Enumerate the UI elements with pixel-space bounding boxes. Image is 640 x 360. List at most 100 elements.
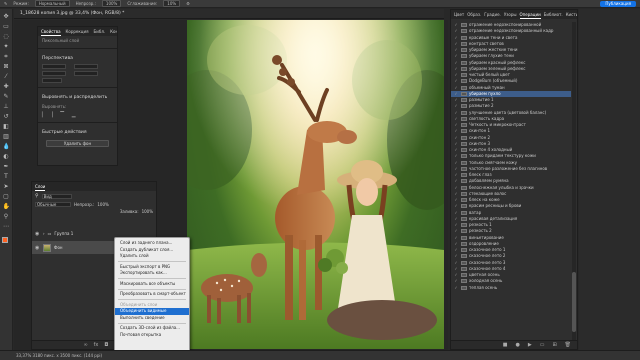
canvas-photo[interactable]: [187, 20, 444, 349]
crop-tool-icon[interactable]: ⌗: [3, 53, 10, 60]
blend-mode-select[interactable]: Обычные: [35, 202, 71, 207]
marquee-tool-icon[interactable]: ▭: [3, 23, 10, 30]
blur-tool-icon[interactable]: 💧: [3, 143, 10, 150]
tab-panel-0[interactable]: Цвет: [454, 10, 464, 19]
trash-icon[interactable]: 🗑: [565, 342, 571, 348]
dodge-tool-icon[interactable]: ◐: [3, 153, 10, 160]
quick-actions-title[interactable]: Быстрые действия: [38, 126, 117, 137]
stamp-tool-icon[interactable]: ⊥: [3, 103, 10, 110]
layer-filter-select[interactable]: Вид: [41, 193, 72, 199]
opacity-input[interactable]: 100%: [101, 0, 122, 7]
eraser-tool-icon[interactable]: ◧: [3, 123, 10, 130]
layer-opacity-label: Непрозр.:: [74, 202, 95, 207]
healing-tool-icon[interactable]: ✚: [3, 83, 10, 90]
history-brush-icon[interactable]: ↺: [3, 113, 10, 120]
tab-properties-1[interactable]: Коррекция: [66, 27, 89, 36]
action-set-icon: [461, 248, 467, 252]
fill-value[interactable]: 100%: [142, 209, 153, 214]
tab-properties-3[interactable]: Контур: [110, 27, 117, 36]
transform-section-title[interactable]: Перспектива: [38, 52, 117, 63]
action-set-icon: [461, 260, 467, 265]
brush-tool-icon[interactable]: ✎: [3, 93, 10, 100]
tab-panel-5[interactable]: Библиот.: [544, 10, 563, 19]
x-field[interactable]: [42, 71, 66, 76]
actions-panel: Цвет Образ. Градие. Узоры Операции Библиот. Ки…: [450, 9, 578, 350]
context-menu-item[interactable]: Почтовая открытка: [115, 332, 189, 339]
context-menu-item[interactable]: Экспортировать как...: [115, 270, 189, 277]
photo-scene: [187, 20, 444, 349]
pen-tool-icon[interactable]: ✒: [3, 163, 10, 170]
align-label: Выровнять:: [42, 104, 67, 109]
shape-tool-icon[interactable]: ▢: [3, 193, 10, 200]
height-field[interactable]: [74, 64, 98, 69]
more-tools-icon[interactable]: ⋯: [3, 223, 10, 230]
width-field[interactable]: [42, 64, 66, 69]
tab-panel-2[interactable]: Градие.: [484, 10, 501, 19]
checkmark-icon[interactable]: ✓: [451, 285, 461, 291]
tab-panel-6[interactable]: Кисти: [566, 10, 577, 19]
context-menu-item[interactable]: Создать 3D-слой из файла...: [115, 325, 189, 332]
action-set-icon: [461, 173, 467, 177]
link-icon[interactable]: ∞: [83, 342, 87, 348]
layer-name: Группа 1: [54, 231, 74, 236]
tab-panel-3[interactable]: Узоры: [504, 10, 517, 19]
tab-panel-1[interactable]: Образ.: [467, 10, 481, 19]
chevron-right-icon[interactable]: ›: [43, 231, 45, 236]
context-menu-item[interactable]: Удалить слой: [115, 253, 189, 260]
eyedropper-tool-icon[interactable]: ⁄: [3, 73, 10, 80]
eye-icon[interactable]: ◉: [35, 231, 40, 237]
context-menu-item[interactable]: Маскировать все объекты: [115, 281, 189, 288]
menu-separator: [118, 288, 186, 290]
angle-field[interactable]: [42, 78, 62, 83]
color-swatches[interactable]: [2, 237, 10, 247]
publish-button[interactable]: Публикация: [600, 1, 636, 7]
mask-icon[interactable]: ◘: [104, 342, 108, 348]
smoothing-input[interactable]: 10%: [163, 0, 181, 7]
gradient-tool-icon[interactable]: ▥: [3, 133, 10, 140]
zoom-tool-icon[interactable]: ⚲: [3, 213, 10, 220]
action-set-icon: [461, 216, 467, 221]
stop-icon[interactable]: ■: [503, 342, 508, 348]
path-select-icon[interactable]: ➤: [3, 183, 10, 190]
tab-properties-0[interactable]: Свойства: [41, 27, 61, 36]
document-tab[interactable]: 1_18628 копия 3.jpg @ 33,4% (Фон, RGB/8)…: [14, 9, 444, 19]
folder-icon[interactable]: ▭: [540, 342, 545, 348]
layer-opacity-value[interactable]: 100%: [97, 202, 108, 207]
action-set-icon: [461, 98, 467, 102]
brush-tool-icon[interactable]: ✎: [4, 1, 7, 6]
align-section-title[interactable]: Выровнять и распределить: [38, 91, 117, 102]
action-set-icon: [461, 235, 467, 240]
context-menu-item[interactable]: Преобразовать в смарт-объект: [115, 291, 189, 298]
remove-background-button[interactable]: Удалить фон: [46, 140, 109, 147]
hand-tool-icon[interactable]: ✋: [3, 203, 10, 210]
layers-tab[interactable]: Слои: [35, 182, 46, 191]
context-menu-item[interactable]: Выполнить сведение: [115, 315, 189, 322]
frame-tool-icon[interactable]: ⊠: [3, 63, 10, 70]
scrollbar-thumb[interactable]: [572, 272, 576, 332]
menu-separator: [118, 261, 186, 262]
fx-icon[interactable]: fx: [94, 342, 99, 348]
text-tool-icon[interactable]: T: [3, 173, 10, 180]
action-set-icon: [461, 41, 467, 46]
tab-panel-4[interactable]: Операции: [519, 10, 541, 19]
action-set-icon: [461, 266, 467, 271]
action-set-icon: [461, 210, 467, 215]
foreground-color-swatch[interactable]: [2, 237, 8, 243]
action-item[interactable]: ✓ теплая осень: [451, 285, 571, 291]
gear-icon[interactable]: ⚙: [186, 1, 190, 6]
lasso-tool-icon[interactable]: ◌: [3, 33, 10, 40]
align-buttons[interactable]: ▏▕ ▔ ▁: [38, 111, 117, 119]
action-set-icon: [461, 148, 467, 152]
eye-icon[interactable]: ◉: [35, 245, 40, 251]
actions-scrollbar[interactable]: [572, 22, 576, 344]
record-icon[interactable]: ●: [515, 342, 519, 348]
layer-name: Фон: [54, 245, 63, 250]
move-tool-icon[interactable]: ✥: [3, 13, 10, 20]
mode-select[interactable]: Нормальный: [34, 0, 70, 7]
play-icon[interactable]: ▶: [528, 342, 532, 348]
tab-properties-2[interactable]: Библ.: [94, 27, 106, 36]
new-action-icon[interactable]: ⊞: [552, 342, 556, 348]
action-set-icon: [461, 23, 467, 27]
y-field[interactable]: [74, 71, 98, 76]
quick-select-tool-icon[interactable]: ✦: [3, 43, 10, 50]
